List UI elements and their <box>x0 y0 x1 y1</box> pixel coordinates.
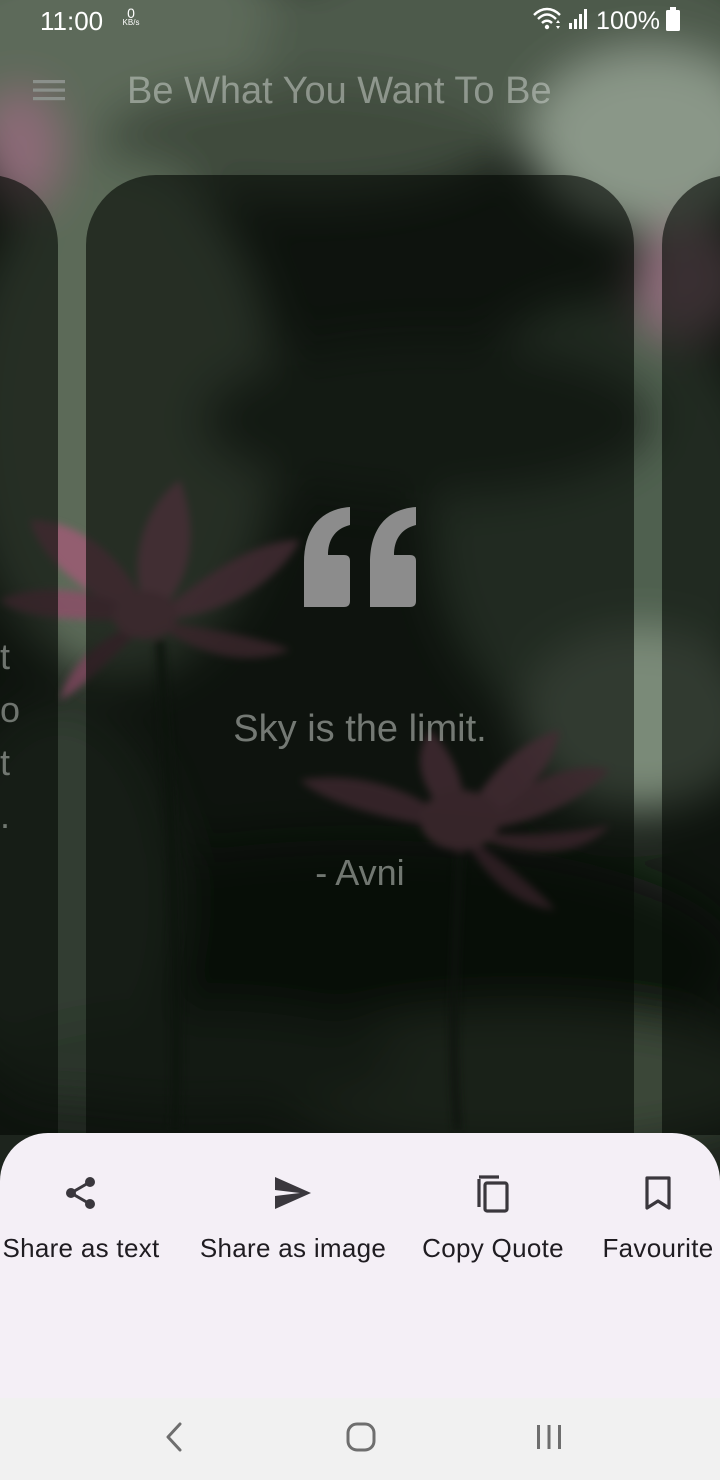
actions-bottom-sheet: Share as text Share as image Copy Quote … <box>0 1133 720 1398</box>
recent-apps-button[interactable] <box>519 1418 579 1460</box>
app-bar: Be What You Want To Be <box>0 52 720 132</box>
page-title: Be What You Want To Be <box>127 70 552 112</box>
copy-icon <box>473 1173 513 1213</box>
signal-icon <box>568 8 590 35</box>
fragment-text: t <box>0 742 11 783</box>
favourite-label: Favourite <box>602 1233 714 1263</box>
bookmark-icon <box>638 1173 678 1213</box>
home-button[interactable] <box>331 1418 391 1460</box>
home-icon <box>346 1422 376 1457</box>
quote-author: - Avni <box>315 852 405 893</box>
wifi-icon <box>532 7 562 36</box>
status-indicators: 100% <box>532 6 680 36</box>
network-speed-unit: KB/s <box>122 18 140 27</box>
share-as-text-button[interactable]: Share as text <box>0 1133 162 1293</box>
quote-card[interactable] <box>86 175 634 1135</box>
system-nav-bar <box>0 1398 720 1480</box>
share-as-image-label: Share as image <box>199 1233 387 1263</box>
fragment-text: . <box>0 795 11 836</box>
menu-button[interactable] <box>24 70 74 114</box>
battery-percentage: 100% <box>596 6 660 35</box>
fragment-text: t <box>0 636 11 677</box>
previous-quote-text-fragments: t o t . <box>0 630 20 842</box>
hamburger-menu-icon <box>32 78 66 107</box>
back-button[interactable] <box>144 1418 204 1460</box>
share-as-image-button[interactable]: Share as image <box>193 1133 393 1293</box>
network-speed-value: 0 <box>127 5 135 21</box>
copy-quote-button[interactable]: Copy Quote <box>418 1133 568 1293</box>
battery-icon <box>666 6 680 36</box>
send-icon <box>273 1173 313 1213</box>
share-as-text-label: Share as text <box>2 1233 160 1263</box>
favourite-button[interactable]: Favourite <box>598 1133 718 1293</box>
recent-apps-icon <box>535 1423 563 1456</box>
back-chevron-icon <box>164 1421 184 1458</box>
next-quote-card[interactable] <box>662 175 720 1135</box>
format-quote-icon <box>300 505 420 607</box>
share-icon <box>61 1173 101 1213</box>
fragment-text: o <box>0 689 21 730</box>
network-speed: 0 KB/s <box>117 5 145 28</box>
status-time: 11:00 <box>40 6 104 36</box>
quote-text: Sky is the limit. <box>233 708 487 750</box>
copy-quote-label: Copy Quote <box>422 1233 564 1263</box>
status-bar: 11:00 0 KB/s 100% <box>0 0 720 44</box>
